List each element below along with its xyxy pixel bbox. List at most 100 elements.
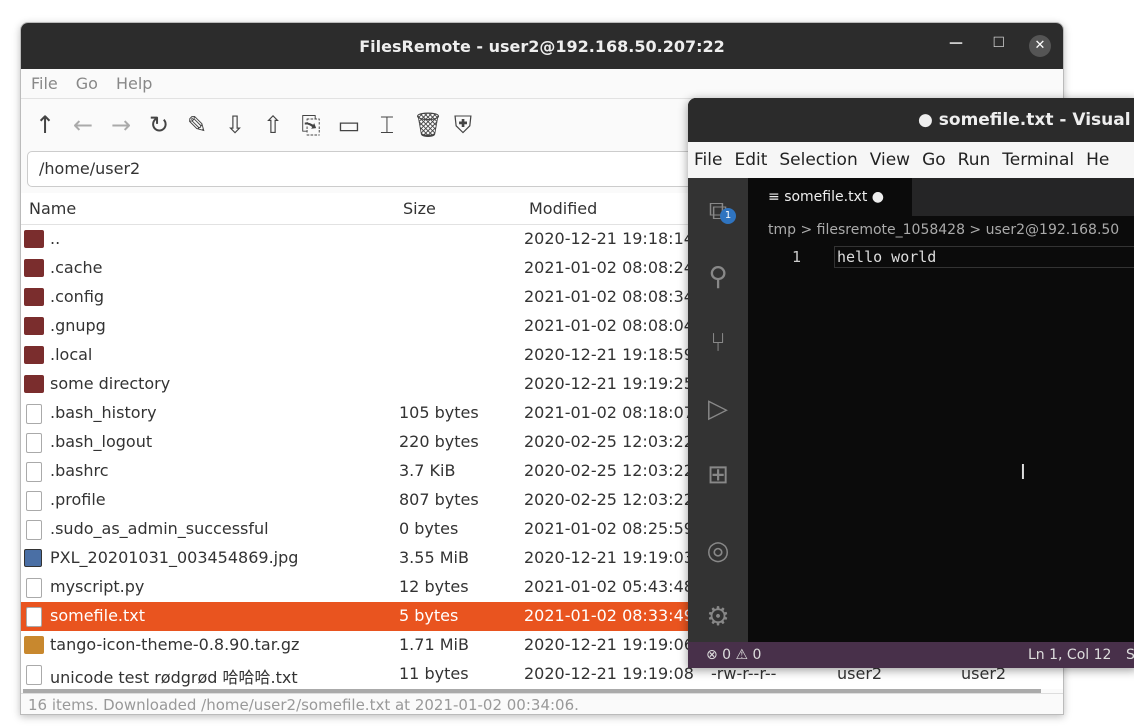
folder-icon: [24, 230, 44, 248]
close-button[interactable]: ✕: [1029, 35, 1051, 57]
file-modified: 2020-02-25 12:03:22: [524, 432, 694, 451]
vscode-menu-bar: File Edit Selection View Go Run Terminal…: [688, 142, 1134, 178]
file-name: .config: [50, 287, 105, 306]
edit-icon[interactable]: ✎: [185, 111, 209, 139]
tab-label: somefile.txt: [784, 189, 868, 205]
file-name: PXL_20201031_003454869.jpg: [50, 548, 299, 567]
vs-menu-help[interactable]: He: [1086, 150, 1109, 170]
file-modified: 2021-01-02 08:08:34: [524, 287, 694, 306]
folder-icon: [24, 288, 44, 306]
vscode-title: somefile.txt - Visual S: [938, 110, 1134, 130]
code-text[interactable]: hello world: [834, 246, 1134, 268]
file-icon: [26, 404, 42, 424]
activity-bar: ⧉ 1 ⚲ ⑂ ▷ ⊞ ◎ ⚙: [688, 178, 748, 642]
tab-bar: ≡ somefile.txt ●: [748, 178, 1134, 216]
file-name: tango-icon-theme-0.8.90.tar.gz: [50, 635, 300, 654]
menu-bar: File Go Help: [21, 69, 1063, 99]
editor-line[interactable]: 1 hello world: [748, 246, 1134, 268]
vs-menu-view[interactable]: View: [870, 150, 910, 170]
file-modified: 2021-01-02 08:08:04: [524, 316, 694, 335]
vs-menu-selection[interactable]: Selection: [779, 150, 857, 170]
file-icon: [26, 665, 42, 685]
file-icon: [26, 607, 42, 627]
file-size: 220 bytes: [399, 432, 479, 451]
cursor-position[interactable]: Ln 1, Col 12: [1028, 642, 1111, 668]
file-size: 105 bytes: [399, 403, 479, 422]
folder-icon: [24, 259, 44, 277]
file-modified: 2020-12-21 19:18:59: [524, 345, 694, 364]
source-control-icon[interactable]: ⑂: [688, 310, 748, 376]
column-modified[interactable]: Modified: [529, 199, 597, 218]
breadcrumb[interactable]: tmp > filesremote_1058428 > user2@192.16…: [768, 222, 1119, 238]
back-icon[interactable]: ←: [71, 111, 95, 139]
search-icon[interactable]: ⚲: [688, 244, 748, 310]
file-name: .cache: [50, 258, 103, 277]
forward-icon[interactable]: →: [109, 111, 133, 139]
permissions-icon[interactable]: ⛨: [451, 111, 475, 139]
extensions-icon[interactable]: ⊞: [688, 442, 748, 508]
file-modified: 2021-01-02 08:08:24: [524, 258, 694, 277]
vs-menu-terminal[interactable]: Terminal: [1002, 150, 1074, 170]
file-name: ..: [50, 229, 61, 248]
upload-icon[interactable]: ⇧: [261, 111, 285, 139]
file-name: .gnupg: [50, 316, 106, 335]
maximize-button[interactable]: ☐: [992, 35, 1005, 51]
status-extra[interactable]: S: [1126, 642, 1134, 668]
download-icon[interactable]: ⇩: [223, 111, 247, 139]
file-name: .local: [50, 345, 93, 364]
vs-menu-edit[interactable]: Edit: [734, 150, 767, 170]
file-modified: 2020-02-25 12:03:22: [524, 461, 694, 480]
column-size[interactable]: Size: [403, 199, 436, 218]
vscode-title-bar: ● somefile.txt - Visual S: [688, 98, 1134, 142]
unsaved-dot-icon[interactable]: ●: [867, 189, 884, 205]
file-name: .bash_logout: [50, 432, 153, 451]
settings-gear-icon[interactable]: ⚙: [688, 584, 748, 650]
file-icon: [26, 433, 42, 453]
minimize-button[interactable]: —: [949, 35, 963, 51]
file-modified: 2021-01-02 08:25:59: [524, 519, 694, 538]
file-icon: [26, 520, 42, 540]
file-modified: 2020-12-21 19:19:08: [524, 664, 694, 683]
run-debug-icon[interactable]: ▷: [688, 376, 748, 442]
file-size: 807 bytes: [399, 490, 479, 509]
delete-icon[interactable]: 🗑: [413, 111, 443, 139]
menu-help[interactable]: Help: [116, 74, 152, 93]
problems-status[interactable]: ⊗ 0 ⚠ 0: [706, 642, 761, 668]
up-icon[interactable]: ↑: [33, 111, 57, 139]
explorer-badge: 1: [720, 208, 736, 224]
file-name: some directory: [50, 374, 171, 393]
file-modified: 2020-02-25 12:03:22: [524, 490, 694, 509]
file-size: 12 bytes: [399, 577, 469, 596]
window-title: FilesRemote - user2@192.168.50.207:22: [359, 36, 725, 56]
file-icon: [26, 491, 42, 511]
file-size: 3.7 KiB: [399, 461, 456, 480]
vscode-status-bar: ⊗ 0 ⚠ 0 Ln 1, Col 12 S: [688, 642, 1134, 668]
explorer-icon[interactable]: ⧉ 1: [688, 178, 748, 244]
file-modified: 2021-01-02 08:18:07: [524, 403, 694, 422]
file-icon: [26, 578, 42, 598]
file-size: 11 bytes: [399, 664, 469, 683]
refresh-icon[interactable]: ↻: [147, 111, 171, 139]
status-bar: 16 items. Downloaded /home/user2/somefil…: [21, 693, 1063, 714]
file-size: 1.71 MiB: [399, 635, 469, 654]
file-name: .bash_history: [50, 403, 157, 422]
line-number: 1: [792, 248, 802, 266]
file-name: somefile.txt: [50, 606, 146, 625]
folder-icon: [24, 375, 44, 393]
column-name[interactable]: Name: [29, 199, 76, 218]
new-file-icon[interactable]: ⎘: [299, 111, 323, 139]
text-cursor-icon: I: [1020, 460, 1026, 484]
tab-somefile[interactable]: ≡ somefile.txt ●: [748, 178, 912, 216]
unsaved-dot-icon: ●: [918, 110, 939, 130]
folder-icon: [24, 346, 44, 364]
menu-file[interactable]: File: [31, 74, 58, 93]
rename-icon[interactable]: ⌶: [375, 111, 399, 139]
vs-menu-file[interactable]: File: [694, 150, 722, 170]
vs-menu-run[interactable]: Run: [958, 150, 991, 170]
file-modified: 2020-12-21 19:19:06: [524, 635, 694, 654]
new-folder-icon[interactable]: ▭: [337, 111, 361, 139]
vs-menu-go[interactable]: Go: [922, 150, 946, 170]
menu-go[interactable]: Go: [76, 74, 98, 93]
account-icon[interactable]: ◎: [688, 518, 748, 584]
file-size: 5 bytes: [399, 606, 459, 625]
